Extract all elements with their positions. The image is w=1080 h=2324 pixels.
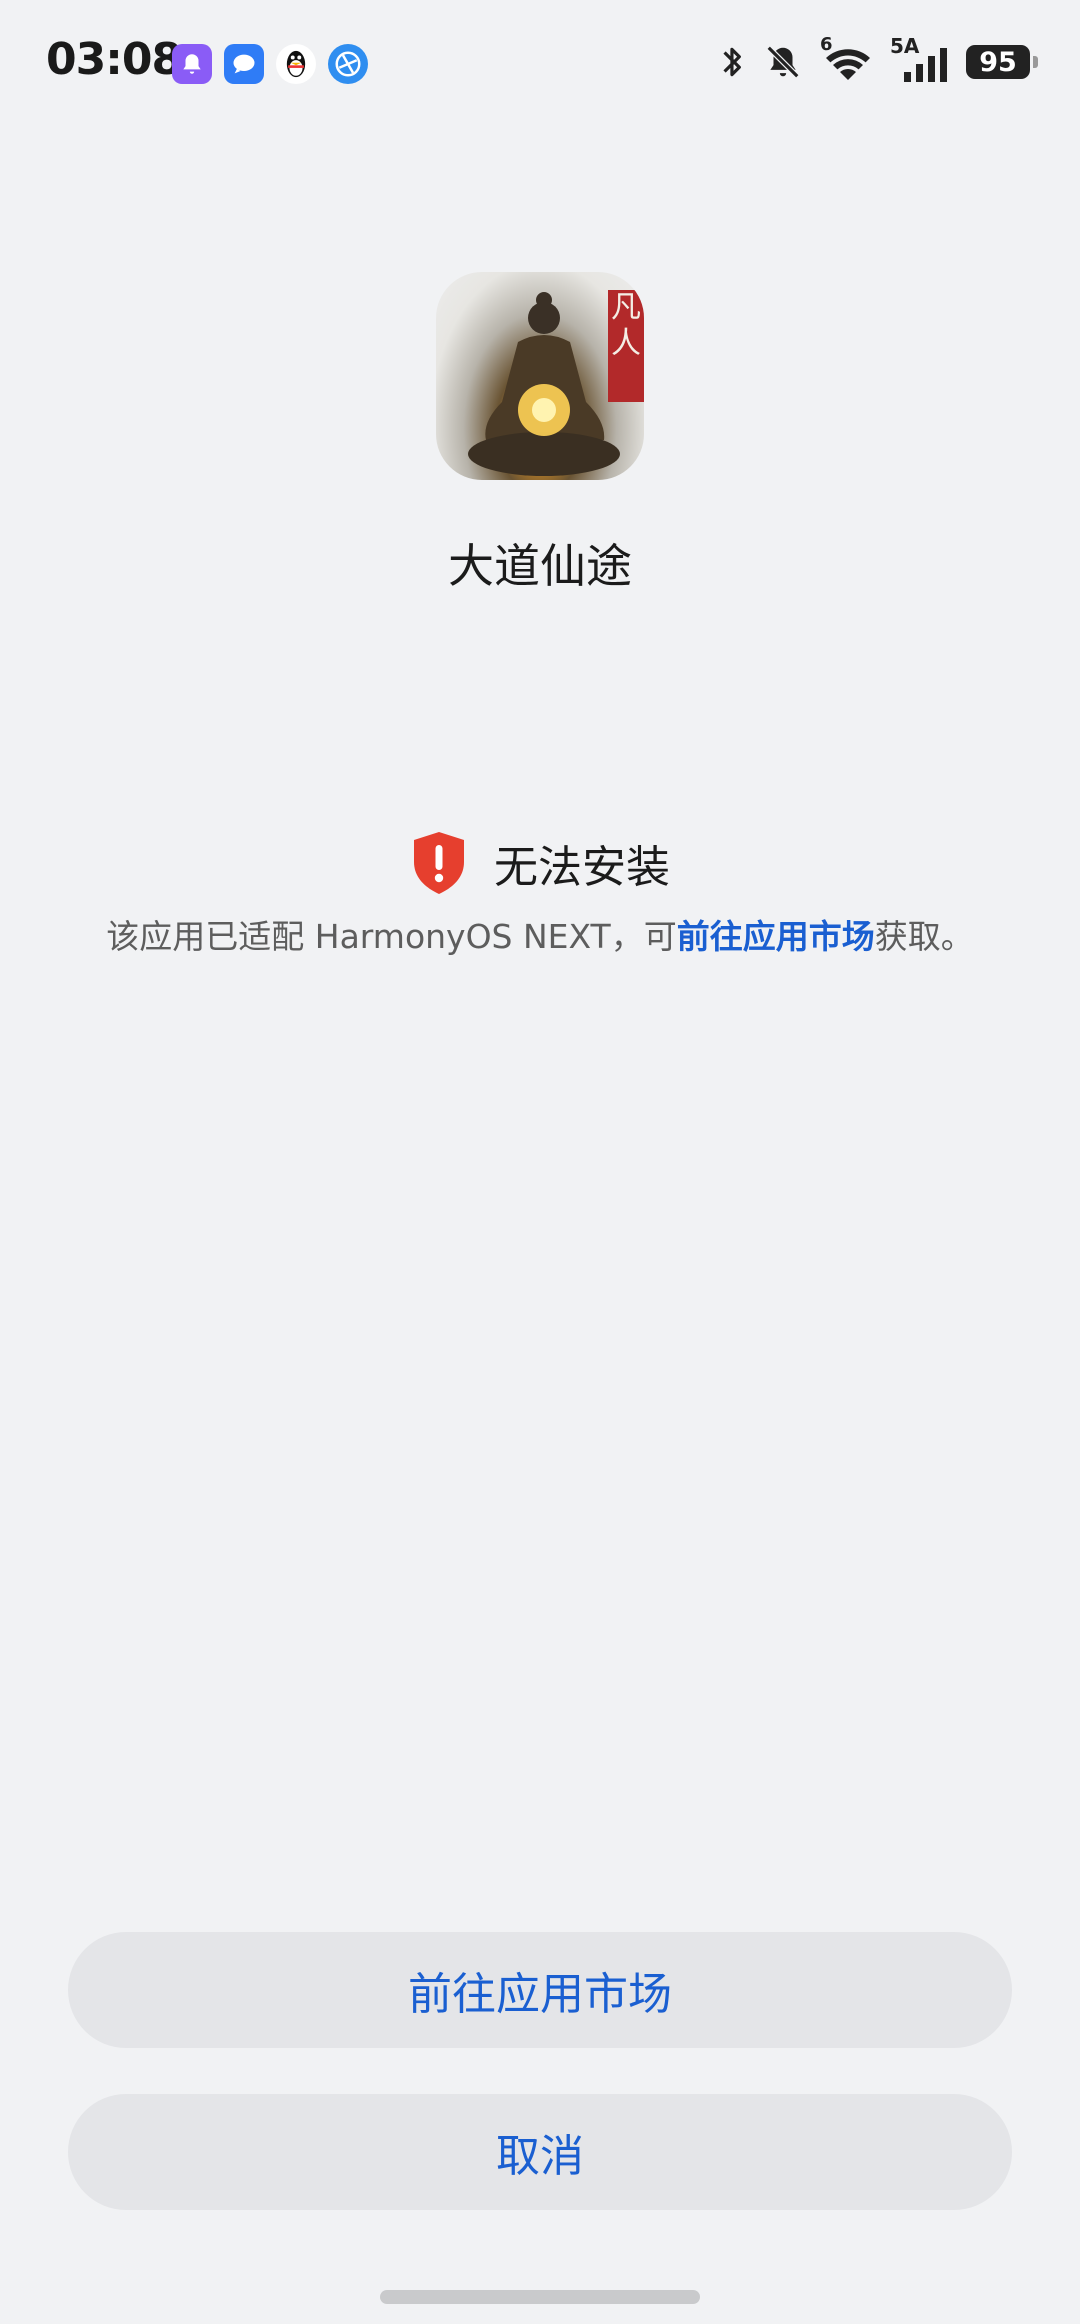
error-title: 无法安装 [494, 842, 670, 893]
bell-app-icon [172, 44, 212, 84]
battery-icon: 95 [966, 45, 1038, 79]
home-indicator[interactable] [380, 2290, 700, 2304]
cellular-group: 5A [890, 34, 948, 82]
app-icon-ribbon: 凡 人 [608, 290, 644, 402]
status-time: 03:08 [46, 34, 182, 85]
go-to-app-market-button[interactable]: 前往应用市场 [68, 1932, 1012, 2048]
notification-icons [172, 44, 368, 84]
error-header: 无法安装 [0, 830, 1080, 896]
cellular-signal-icon [904, 48, 947, 82]
error-message: 该应用已适配 HarmonyOS NEXT，可前往应用市场获取。 [0, 910, 1080, 958]
message-prefix: 该应用已适配 HarmonyOS NEXT，可 [106, 917, 677, 956]
ribbon-char-1: 凡 [611, 290, 641, 325]
browser-globe-icon [328, 44, 368, 84]
message-suffix: 获取。 [874, 917, 974, 956]
qq-penguin-icon [276, 44, 316, 84]
bluetooth-icon [723, 47, 741, 77]
app-icon: 凡 人 [436, 272, 644, 480]
system-icons: 6 5A 95 [720, 34, 1038, 82]
cancel-button[interactable]: 取消 [68, 2094, 1012, 2210]
app-name: 大道仙途 [448, 539, 632, 593]
shield-warning-icon [414, 832, 464, 894]
app-market-link[interactable]: 前往应用市场 [677, 917, 875, 956]
message-app-icon [224, 44, 264, 84]
wifi-group: 6 [820, 34, 872, 82]
ribbon-char-2: 人 [611, 326, 641, 361]
wifi-icon [826, 49, 870, 80]
mute-bell-icon [766, 45, 800, 79]
status-bar: 03:08 6 5A 95 [0, 0, 1080, 130]
